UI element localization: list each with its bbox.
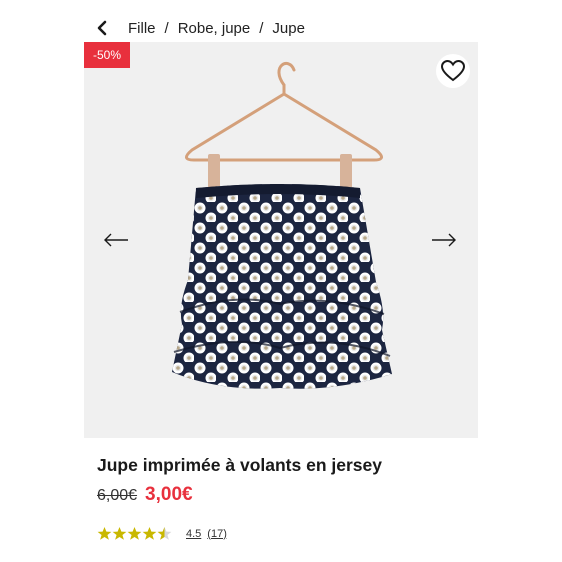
rating-count[interactable]: (17): [207, 528, 227, 540]
heart-outline-icon: [441, 60, 465, 82]
star-icon: [127, 526, 142, 540]
favorite-button[interactable]: [436, 54, 470, 88]
breadcrumb-item-fille[interactable]: Fille: [128, 20, 156, 37]
next-image-button[interactable]: [430, 228, 458, 252]
product-title: Jupe imprimée à volants en jersey: [97, 455, 382, 475]
star-icon: [142, 526, 157, 540]
breadcrumb-separator: /: [259, 19, 264, 37]
arrow-left-icon: [104, 233, 128, 247]
breadcrumb-item-jupe[interactable]: Jupe: [272, 20, 305, 37]
star-icon: [97, 526, 112, 540]
star-icon: [112, 526, 127, 540]
star-half-icon: [157, 526, 172, 540]
breadcrumb-separator: /: [164, 19, 169, 37]
price-block: 6,00€ 3,00€: [97, 484, 193, 506]
previous-image-button[interactable]: [102, 228, 130, 252]
product-image: [172, 62, 392, 389]
rating-value[interactable]: 4.5: [186, 528, 201, 540]
back-button[interactable]: [96, 16, 116, 40]
old-price: 6,00€: [97, 487, 138, 504]
rating[interactable]: 4.5 (17): [97, 526, 227, 541]
discount-badge: -50%: [84, 42, 130, 68]
chevron-left-icon: [97, 20, 107, 36]
sale-price: 3,00€: [145, 484, 193, 505]
product-image-carousel[interactable]: -50%: [84, 42, 478, 438]
rating-stars: [97, 526, 172, 541]
arrow-right-icon: [432, 233, 456, 247]
breadcrumb: Fille / Robe, jupe / Jupe: [96, 16, 305, 40]
breadcrumb-item-robe-jupe[interactable]: Robe, jupe: [178, 20, 251, 37]
